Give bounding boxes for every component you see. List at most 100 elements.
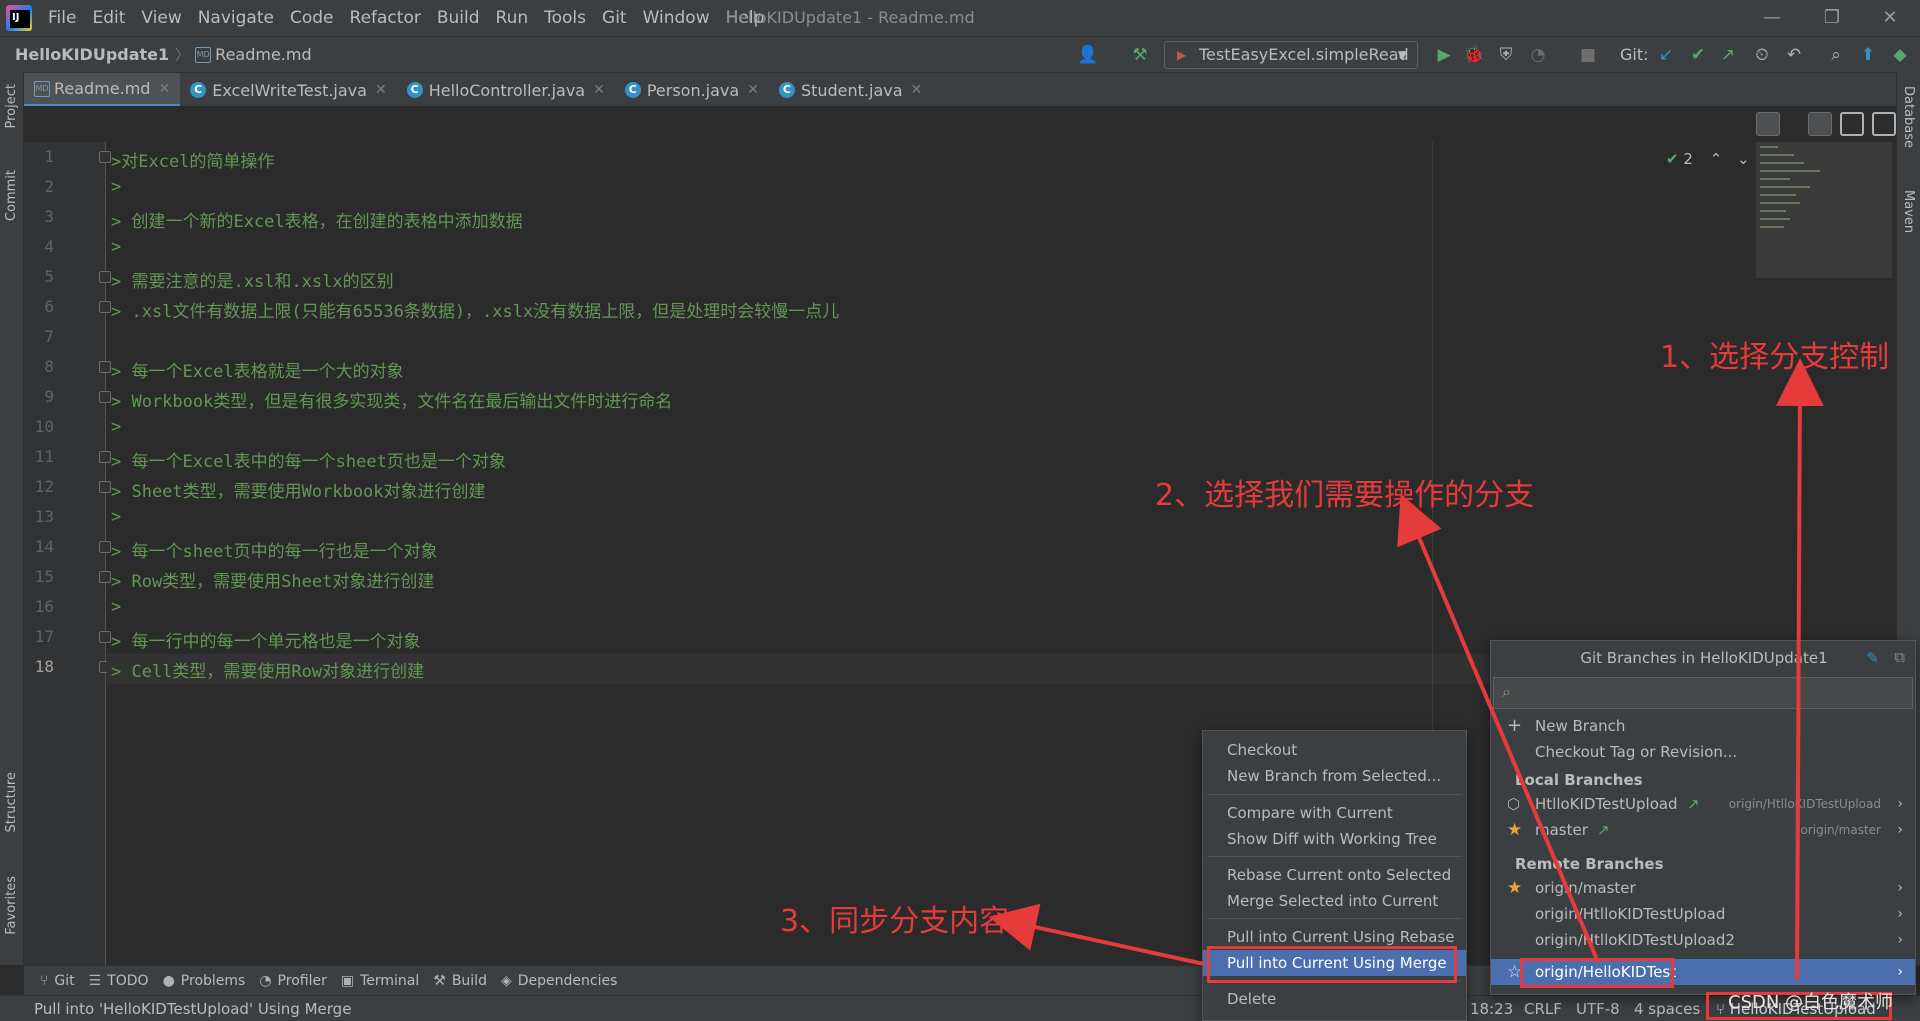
terminal-tool-button[interactable]: ▣ Terminal bbox=[341, 973, 419, 989]
menu-item-show-diff[interactable]: Show Diff with Working Tree bbox=[1203, 826, 1466, 852]
tab-excelwritetest[interactable]: C ExcelWriteTest.java ✕ bbox=[180, 73, 396, 107]
menu-navigate[interactable]: Navigate bbox=[190, 8, 282, 28]
tab-readme[interactable]: MD Readme.md ✕ bbox=[24, 73, 181, 107]
git-update-icon[interactable]: ↙ bbox=[1654, 43, 1678, 67]
tab-student[interactable]: C Student.java ✕ bbox=[769, 73, 932, 107]
inspection-widget[interactable]: ✔ 2 ⌃ ⌄ bbox=[1666, 150, 1750, 168]
remote-branch-item[interactable]: origin/HtlloKIDTestUpload › bbox=[1491, 901, 1915, 927]
run-icon[interactable]: ▶ bbox=[1432, 43, 1456, 67]
chevron-right-icon: › bbox=[1897, 906, 1903, 922]
close-icon[interactable]: ✕ bbox=[911, 82, 923, 98]
project-tool-button[interactable]: Project bbox=[4, 84, 19, 128]
menu-refactor[interactable]: Refactor bbox=[342, 8, 429, 28]
chevron-up-icon[interactable]: ⌃ bbox=[1710, 150, 1723, 168]
remote-branch-item[interactable]: origin/HtlloKIDTestUpload2 › bbox=[1491, 927, 1915, 953]
plugin-icon[interactable]: ◆ bbox=[1888, 43, 1912, 67]
remote-branch-item[interactable]: ★ origin/master › bbox=[1491, 875, 1915, 901]
minimize-icon[interactable]: — bbox=[1752, 4, 1792, 32]
coverage-icon[interactable]: ⛨ bbox=[1494, 43, 1518, 67]
file-encoding[interactable]: UTF-8 bbox=[1576, 1000, 1620, 1018]
close-icon[interactable]: ✕ bbox=[747, 82, 759, 98]
build-hammer-icon[interactable]: ⚒ bbox=[1128, 43, 1152, 67]
git-tool-button[interactable]: ⑂ Git bbox=[40, 973, 75, 989]
database-tool-button[interactable]: Database bbox=[1901, 86, 1916, 148]
tool-label: TODO bbox=[107, 972, 149, 989]
menu-item-rebase-onto-selected[interactable]: Rebase Current onto Selected bbox=[1203, 862, 1466, 888]
debug-icon[interactable]: 🐞 bbox=[1462, 43, 1486, 67]
checkout-tag-action[interactable]: Checkout Tag or Revision... bbox=[1491, 739, 1915, 765]
restore-icon[interactable]: ❐ bbox=[1812, 4, 1852, 32]
git-branch-icon: ⑂ bbox=[40, 972, 49, 989]
favorites-tool-button[interactable]: Favorites bbox=[4, 876, 19, 935]
menu-item-merge-into-current[interactable]: Merge Selected into Current bbox=[1203, 888, 1466, 914]
maven-tool-button[interactable]: Maven bbox=[1901, 190, 1916, 233]
tab-hellocontroller[interactable]: C HelloController.java ✕ bbox=[397, 73, 615, 107]
history-icon[interactable]: ⏲ bbox=[1750, 43, 1774, 67]
menu-git[interactable]: Git bbox=[594, 8, 635, 28]
menu-view[interactable]: View bbox=[133, 8, 189, 28]
menu-item-new-branch-from-selected[interactable]: New Branch from Selected... bbox=[1203, 763, 1466, 789]
remote-branches-header: Remote Branches bbox=[1515, 855, 1664, 873]
search-icon[interactable]: ⌕ bbox=[1824, 43, 1848, 67]
local-branch-item[interactable]: ⬡ HtlloKIDTestUpload ↗ origin/HtlloKIDTe… bbox=[1491, 791, 1915, 817]
breadcrumb-file[interactable]: Readme.md bbox=[215, 45, 311, 64]
expand-icon[interactable]: ⧉ bbox=[1894, 648, 1905, 666]
git-commit-icon[interactable]: ✔ bbox=[1686, 43, 1710, 67]
editor-only-icon[interactable] bbox=[1808, 112, 1832, 136]
markdown-preview-thumbnail[interactable] bbox=[1756, 142, 1892, 278]
close-icon[interactable]: ✕ bbox=[1870, 4, 1910, 32]
menu-separator bbox=[1207, 918, 1462, 919]
edit-icon[interactable]: ✎ bbox=[1866, 649, 1879, 667]
code-line: > Row类型，需要使用Sheet对象进行创建 bbox=[111, 572, 435, 592]
stop-icon[interactable]: ■ bbox=[1576, 43, 1600, 67]
menu-edit[interactable]: Edit bbox=[84, 8, 133, 28]
breadcrumb-project[interactable]: HelloKIDUpdate1 bbox=[15, 45, 169, 64]
run-configuration-select[interactable]: TestEasyExcel.simpleRead ▼ bbox=[1164, 41, 1418, 69]
rollback-icon[interactable]: ↶ bbox=[1782, 43, 1806, 67]
annotation-step2: 2、选择我们需要操作的分支 bbox=[1155, 478, 1535, 513]
line-separator[interactable]: CRLF bbox=[1524, 1000, 1562, 1018]
menu-file[interactable]: File bbox=[40, 8, 84, 28]
close-icon[interactable]: ✕ bbox=[375, 82, 387, 98]
watermark: CSDN @白色魔术师 bbox=[1728, 992, 1894, 1013]
dependencies-tool-button[interactable]: ◈ Dependencies bbox=[501, 973, 617, 989]
profiler-tool-button[interactable]: ◔ Profiler bbox=[259, 973, 327, 989]
split-view-icon[interactable] bbox=[1840, 112, 1864, 136]
menu-tools[interactable]: Tools bbox=[536, 8, 594, 28]
menu-item-compare-with-current[interactable]: Compare with Current bbox=[1203, 800, 1466, 826]
local-branch-item[interactable]: ★ master ↗ origin/master › bbox=[1491, 817, 1915, 843]
menu-run[interactable]: Run bbox=[488, 8, 537, 28]
breadcrumb-separator-icon: 〉 bbox=[175, 47, 190, 64]
status-message: Pull into 'HelloKIDTestUpload' Using Mer… bbox=[34, 1000, 352, 1018]
class-icon: C bbox=[624, 82, 641, 98]
menu-code[interactable]: Code bbox=[282, 8, 342, 28]
code-line: > bbox=[111, 507, 122, 527]
close-icon[interactable]: ✕ bbox=[158, 81, 170, 97]
git-push-icon[interactable]: ↗ bbox=[1716, 43, 1740, 67]
editor-tab-bar: MD Readme.md ✕ C ExcelWriteTest.java ✕ C… bbox=[24, 72, 1896, 107]
menu-build[interactable]: Build bbox=[429, 8, 488, 28]
branch-search-input[interactable]: ⌕ bbox=[1493, 677, 1913, 709]
tab-person[interactable]: C Person.java ✕ bbox=[615, 73, 769, 107]
preview-only-icon[interactable] bbox=[1872, 112, 1896, 136]
scroll-sync-icon[interactable] bbox=[1756, 112, 1780, 136]
problems-tool-button[interactable]: ● Problems bbox=[163, 973, 246, 989]
class-icon: C bbox=[406, 82, 423, 98]
menu-window[interactable]: Window bbox=[635, 8, 718, 28]
profile-icon[interactable]: ◔ bbox=[1526, 43, 1550, 67]
chevron-down-icon[interactable]: ⌄ bbox=[1737, 150, 1750, 168]
chevron-right-icon: › bbox=[1897, 932, 1903, 948]
user-icon[interactable]: 👤 bbox=[1076, 43, 1100, 67]
editor-gutter: 1 2 3 4 5 6 7 8 9 10 11 12 13 14 15 16 1… bbox=[24, 142, 111, 965]
caret-position[interactable]: 18:23 bbox=[1470, 1000, 1513, 1018]
menu-item-delete[interactable]: Delete bbox=[1203, 986, 1466, 1012]
structure-tool-button[interactable]: Structure bbox=[4, 772, 19, 832]
commit-tool-button[interactable]: Commit bbox=[4, 170, 19, 221]
update-ide-icon[interactable]: ⬆ bbox=[1856, 43, 1880, 67]
menu-item-checkout[interactable]: Checkout bbox=[1203, 737, 1466, 763]
build-tool-button[interactable]: ⚒ Build bbox=[433, 973, 487, 989]
close-icon[interactable]: ✕ bbox=[593, 82, 605, 98]
indent-setting[interactable]: 4 spaces bbox=[1634, 1000, 1700, 1018]
new-branch-action[interactable]: + New Branch bbox=[1491, 713, 1915, 739]
todo-tool-button[interactable]: ☰ TODO bbox=[89, 973, 149, 989]
